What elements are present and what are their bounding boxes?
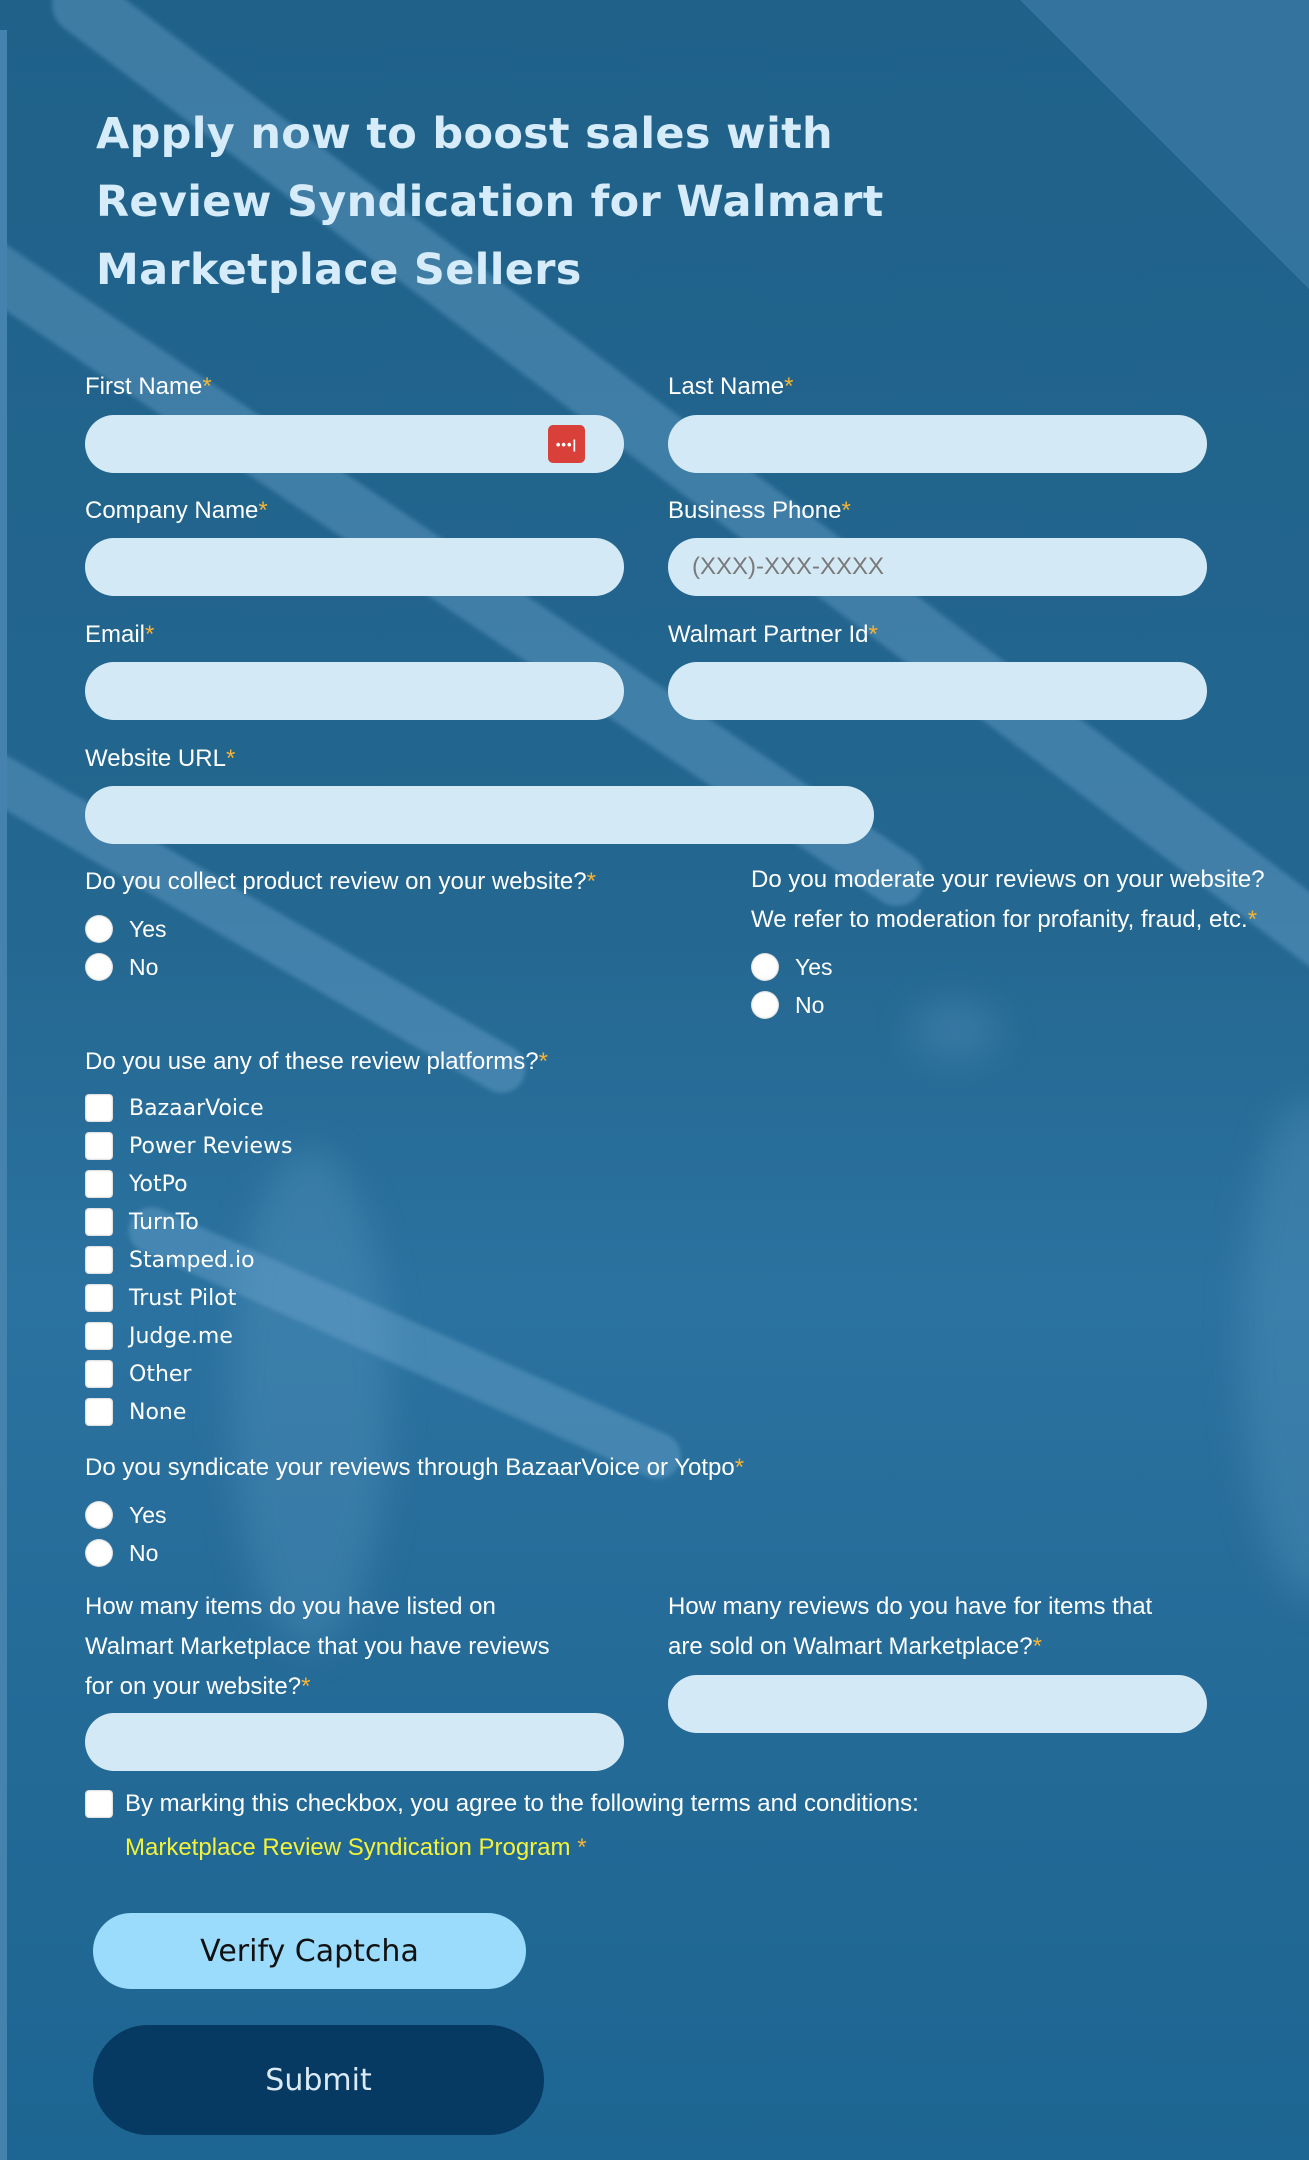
platform-option[interactable]: TurnTo	[85, 1208, 199, 1236]
terms-link[interactable]: Marketplace Review Syndication Program	[125, 1834, 571, 1861]
platform-option[interactable]: BazaarVoice	[85, 1094, 264, 1122]
platform-option-label: Stamped.io	[129, 1247, 255, 1273]
collect-reviews-no-option[interactable]: No	[85, 953, 158, 981]
terms-checkbox[interactable]	[85, 1790, 113, 1818]
radio-button[interactable]	[85, 953, 113, 981]
syndicate-yes-option[interactable]: Yes	[85, 1501, 167, 1529]
required-marker: *	[301, 1673, 311, 1700]
checkbox[interactable]	[85, 1170, 113, 1198]
platform-option[interactable]: Trust Pilot	[85, 1284, 236, 1312]
last-name-label: Last Name*	[668, 373, 794, 400]
radio-button[interactable]	[85, 1501, 113, 1529]
platform-option-label: Other	[129, 1361, 192, 1387]
business-phone-label: Business Phone*	[668, 497, 851, 524]
syndicate-question: Do you syndicate your reviews through Ba…	[85, 1454, 745, 1481]
walmart-partner-id-input[interactable]	[668, 662, 1207, 720]
radio-button[interactable]	[751, 991, 779, 1019]
required-marker: *	[202, 373, 212, 400]
email-input[interactable]	[85, 662, 624, 720]
items-listed-question: How many items do you have listed on Wal…	[85, 1593, 550, 1700]
last-name-input[interactable]	[668, 415, 1207, 473]
required-marker: *	[145, 621, 155, 648]
first-name-input[interactable]	[85, 415, 624, 473]
radio-button[interactable]	[85, 1539, 113, 1567]
required-marker: *	[784, 373, 794, 400]
collect-reviews-question: Do you collect product review on your we…	[85, 868, 596, 895]
checkbox[interactable]	[85, 1132, 113, 1160]
checkbox[interactable]	[85, 1398, 113, 1426]
platform-option-label: BazaarVoice	[129, 1095, 264, 1121]
required-marker: *	[734, 1454, 745, 1481]
platform-option-label: TurnTo	[129, 1209, 199, 1235]
required-marker: *	[225, 745, 236, 772]
collect-reviews-yes-option[interactable]: Yes	[85, 915, 167, 943]
required-marker: *	[586, 868, 596, 895]
verify-captcha-button[interactable]: Verify Captcha	[93, 1913, 526, 1989]
checkbox[interactable]	[85, 1360, 113, 1388]
radio-button[interactable]	[85, 915, 113, 943]
website-url-label: Website URL*	[85, 745, 236, 772]
terms-link-row: Marketplace Review Syndication Program *	[125, 1834, 587, 1862]
required-marker: *	[868, 621, 878, 648]
required-marker: *	[258, 497, 268, 524]
platform-option-label: Power Reviews	[129, 1133, 293, 1159]
required-marker: *	[841, 497, 851, 524]
moderate-reviews-yes-option[interactable]: Yes	[751, 953, 833, 981]
platform-option[interactable]: Other	[85, 1360, 191, 1388]
platform-option-label: Judge.me	[129, 1323, 233, 1349]
platform-option-label: None	[129, 1399, 187, 1425]
platform-option[interactable]: Power Reviews	[85, 1132, 292, 1160]
required-marker: *	[538, 1048, 548, 1075]
email-label: Email*	[85, 621, 155, 648]
business-phone-input[interactable]	[668, 538, 1207, 596]
platform-option[interactable]: Judge.me	[85, 1322, 233, 1350]
reviews-count-question: How many reviews do you have for items t…	[668, 1593, 1153, 1660]
checkbox[interactable]	[85, 1322, 113, 1350]
website-url-input[interactable]	[85, 786, 874, 844]
moderate-reviews-question: Do you moderate your reviews on your web…	[751, 866, 1265, 933]
submit-button[interactable]: Submit	[93, 2025, 544, 2135]
moderate-reviews-no-option[interactable]: No	[751, 991, 824, 1019]
company-name-label: Company Name*	[85, 497, 268, 524]
radio-button[interactable]	[751, 953, 779, 981]
walmart-partner-id-label: Walmart Partner Id*	[668, 621, 878, 648]
platform-option[interactable]: YotPo	[85, 1170, 188, 1198]
platform-option[interactable]: Stamped.io	[85, 1246, 255, 1274]
password-dots-icon[interactable]: •••|	[548, 425, 585, 463]
checkbox[interactable]	[85, 1094, 113, 1122]
required-marker: *	[577, 1834, 587, 1861]
items-listed-input[interactable]	[85, 1713, 624, 1771]
checkbox[interactable]	[85, 1208, 113, 1236]
company-name-input[interactable]	[85, 538, 624, 596]
required-marker: *	[1032, 1633, 1042, 1660]
checkbox[interactable]	[85, 1284, 113, 1312]
required-marker: *	[1247, 906, 1258, 933]
page-title: Apply now to boost sales with Review Syn…	[96, 109, 884, 295]
platform-option[interactable]: None	[85, 1398, 186, 1426]
platform-option-label: YotPo	[129, 1171, 188, 1197]
terms-checkbox-row[interactable]: By marking this checkbox, you agree to t…	[85, 1790, 919, 1818]
review-platforms-question: Do you use any of these review platforms…	[85, 1048, 548, 1075]
reviews-count-input[interactable]	[668, 1675, 1207, 1733]
syndicate-no-option[interactable]: No	[85, 1539, 158, 1567]
first-name-label: First Name*	[85, 373, 212, 400]
checkbox[interactable]	[85, 1246, 113, 1274]
platform-option-label: Trust Pilot	[129, 1285, 237, 1311]
